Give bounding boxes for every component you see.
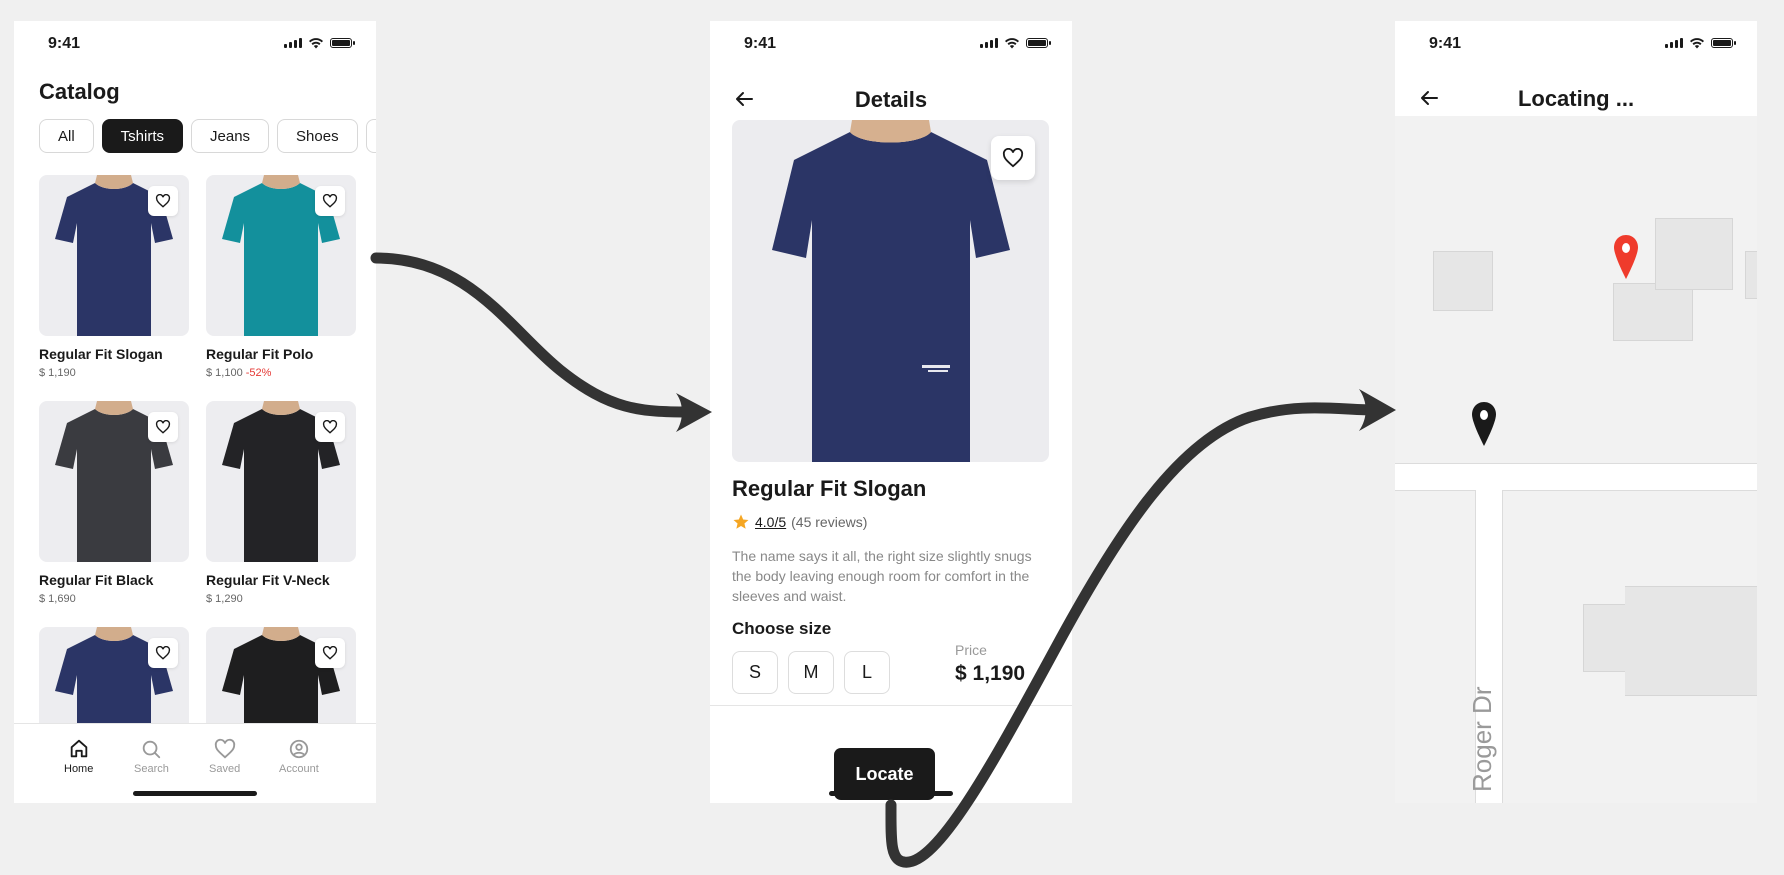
map-building: [1433, 251, 1493, 311]
size-option-l[interactable]: L: [844, 651, 890, 694]
nav-label: Search: [134, 763, 169, 775]
product-name: Regular Fit Slogan: [39, 346, 163, 362]
size-option-s[interactable]: S: [732, 651, 778, 694]
status-icons: [1665, 37, 1736, 49]
product-name: Regular Fit Slogan: [732, 476, 927, 501]
page-title: Catalog: [39, 79, 120, 104]
product-price: $ 1,690: [39, 593, 76, 605]
header: Locating ...: [1395, 78, 1757, 118]
rating-score[interactable]: 4.0/5: [755, 514, 786, 530]
price-label: Price: [955, 642, 987, 658]
category-chips: All Tshirts Jeans Shoes: [39, 119, 376, 153]
arrow-head-icon: [1359, 389, 1396, 431]
heart-icon[interactable]: [315, 186, 345, 216]
signal-icon: [284, 38, 302, 48]
status-time: 9:41: [1429, 35, 1462, 52]
map-building: [1655, 218, 1733, 290]
home-indicator: [133, 791, 257, 796]
arrow-head-icon: [676, 393, 712, 432]
wifi-icon: [1690, 38, 1704, 49]
catalog-screen: 9:41 Catalog All Tshirts Jeans Shoes Reg…: [14, 21, 376, 803]
flow-arrow-catalog-to-details: [370, 252, 696, 418]
product-name: Regular Fit Polo: [206, 346, 314, 362]
nav-home[interactable]: Home: [64, 738, 93, 775]
review-count: (45 reviews): [791, 514, 868, 530]
details-screen: 9:41 Details Regular Fit Slogan 4.0/5 (4…: [710, 21, 1072, 803]
discount-badge: -52%: [245, 367, 272, 379]
product-grid: Regular Fit Slogan $ 1,190 Regular Fit P…: [39, 175, 357, 803]
status-time: 9:41: [48, 35, 81, 52]
signal-icon: [1665, 38, 1683, 48]
search-icon: [143, 740, 161, 759]
product-name: Regular Fit Black: [39, 572, 154, 588]
product-rating: 4.0/5 (45 reviews): [732, 513, 867, 531]
street-label: Roger Dr: [1467, 686, 1497, 792]
heart-icon[interactable]: [148, 412, 178, 442]
chip-all[interactable]: All: [39, 119, 94, 153]
product-hero-image: [732, 120, 1049, 462]
heart-icon: [1002, 148, 1024, 168]
status-bar: 9:41: [710, 21, 1072, 65]
product-price: $ 1,190: [39, 367, 76, 379]
nav-account[interactable]: Account: [279, 738, 319, 775]
status-bar: 9:41: [1395, 21, 1757, 65]
map-road: [1395, 463, 1757, 491]
status-time: 9:41: [744, 35, 777, 52]
heart-icon: [214, 738, 235, 759]
battery-icon: [1026, 38, 1051, 48]
status-icons: [284, 37, 355, 49]
heart-icon[interactable]: [315, 412, 345, 442]
product-card[interactable]: Regular Fit Polo $ 1,100 -52%: [206, 175, 356, 401]
size-option-m[interactable]: M: [788, 651, 834, 694]
product-price: $ 1,290: [206, 593, 243, 605]
product-description: The name says it all, the right size sli…: [732, 548, 1032, 604]
price-value: $ 1,190: [955, 662, 1026, 685]
user-location-pin-icon[interactable]: [1471, 401, 1497, 447]
map-building: [1745, 251, 1757, 299]
destination-pin-icon[interactable]: [1613, 234, 1639, 280]
size-selector: S M L: [732, 651, 890, 694]
heart-icon[interactable]: [315, 638, 345, 668]
account-icon: [289, 739, 309, 759]
page-title: Locating ...: [1517, 86, 1635, 111]
battery-icon: [330, 38, 355, 48]
nav-label: Home: [64, 763, 94, 775]
battery-icon: [1711, 38, 1736, 48]
status-bar: 9:41: [14, 21, 376, 65]
chip-shoes[interactable]: Shoes: [277, 119, 358, 153]
nav-saved[interactable]: Saved: [209, 738, 240, 775]
favorite-button[interactable]: [991, 136, 1035, 180]
chip-more[interactable]: [365, 119, 376, 153]
signal-icon: [980, 38, 998, 48]
product-name: Regular Fit V-Neck: [206, 572, 330, 588]
product-card[interactable]: Regular Fit V-Neck $ 1,290: [206, 401, 356, 627]
choose-size-label: Choose size: [732, 619, 832, 638]
status-icons: [980, 37, 1051, 49]
nav-search[interactable]: Search: [134, 738, 169, 775]
map-building: [1625, 586, 1757, 696]
wifi-icon: [1005, 38, 1019, 49]
header: Details: [710, 79, 1072, 119]
star-icon: [733, 514, 749, 529]
chip-tshirts[interactable]: Tshirts: [101, 119, 184, 153]
product-price: $ 1,100 -52%: [206, 367, 272, 379]
map-view[interactable]: Roger Dr: [1395, 116, 1757, 803]
home-indicator: [829, 791, 953, 796]
locating-screen: 9:41 Locating ... Roger Dr: [1395, 21, 1757, 803]
map-building: [1613, 283, 1693, 341]
product-card[interactable]: Regular Fit Black $ 1,690: [39, 401, 189, 627]
bottom-nav: Home Search Saved Account: [14, 723, 376, 803]
page-title: Details: [854, 87, 928, 112]
wifi-icon: [309, 38, 323, 49]
heart-icon[interactable]: [148, 186, 178, 216]
chip-jeans[interactable]: Jeans: [191, 119, 270, 153]
product-card[interactable]: Regular Fit Slogan $ 1,190: [39, 175, 189, 401]
nav-label: Account: [279, 763, 319, 775]
nav-label: Saved: [209, 763, 241, 775]
home-icon: [70, 739, 87, 758]
heart-icon[interactable]: [148, 638, 178, 668]
